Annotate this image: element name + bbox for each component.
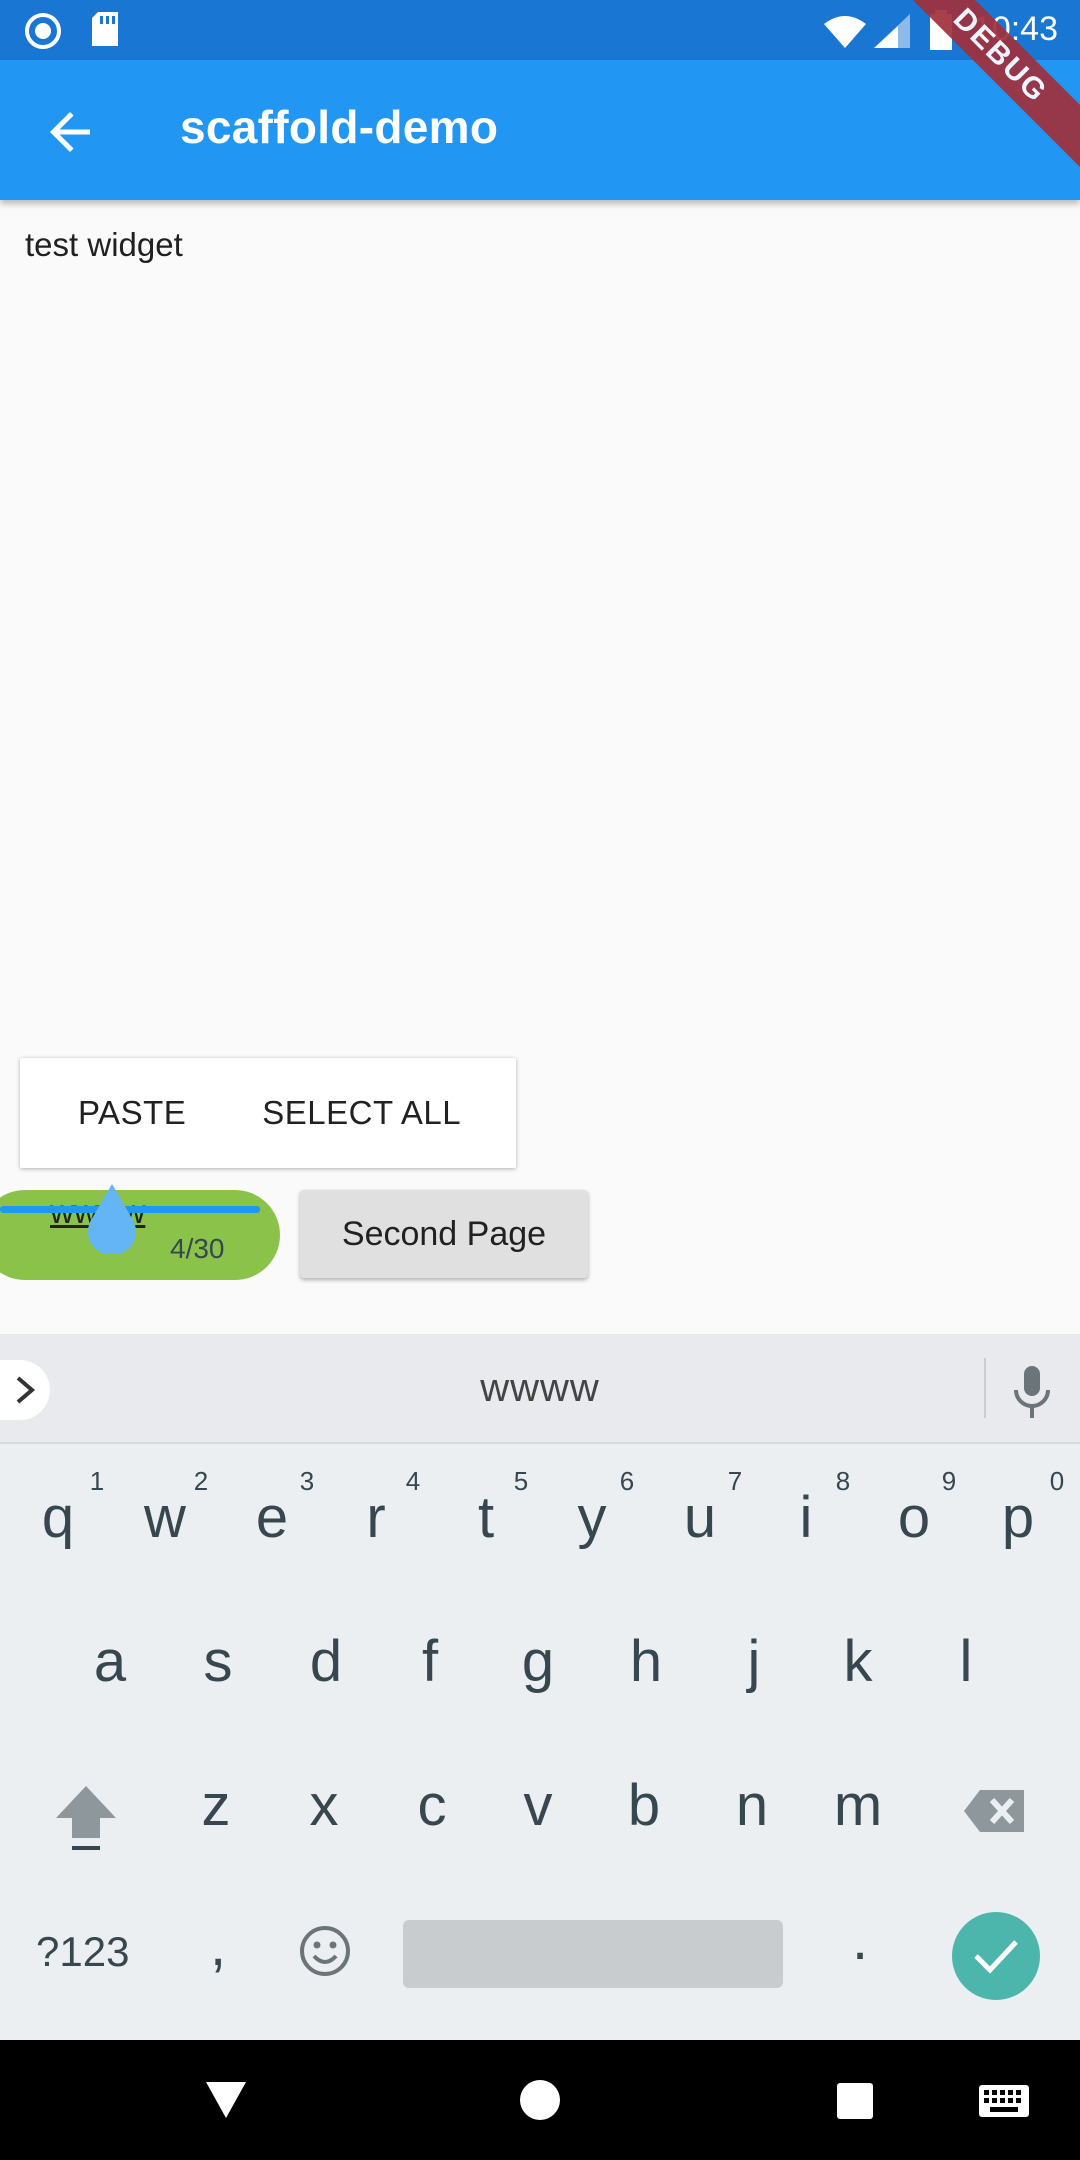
back-nav-icon[interactable] [204, 2080, 248, 2120]
key-m[interactable]: m [808, 1772, 908, 1839]
emoji-icon[interactable] [298, 1924, 352, 1978]
period-key[interactable]: . [810, 1906, 910, 1973]
key-hint-9: 9 [941, 1466, 957, 1496]
key-hint-8: 8 [835, 1466, 851, 1496]
key-d[interactable]: d [276, 1628, 376, 1695]
microphone-icon[interactable] [1010, 1364, 1054, 1420]
key-hint-2: 2 [193, 1466, 209, 1496]
select-all-menu-item[interactable]: SELECT ALL [224, 1094, 499, 1132]
key-c[interactable]: c [382, 1772, 482, 1839]
page-title: scaffold-demo [180, 101, 499, 153]
backspace-icon[interactable] [962, 1788, 1026, 1834]
record-icon [25, 13, 61, 49]
back-arrow-icon[interactable] [40, 102, 100, 162]
key-h[interactable]: h [596, 1628, 696, 1695]
key-hint-7: 7 [727, 1466, 743, 1496]
navigation-bar [0, 2040, 1080, 2160]
second-page-button[interactable]: Second Page [300, 1190, 588, 1278]
recents-nav-icon[interactable] [836, 2082, 874, 2120]
key-hint-3: 3 [299, 1466, 315, 1496]
character-counter: 4/30 [170, 1233, 225, 1264]
key-hint-1: 1 [89, 1466, 105, 1496]
key-hint-4: 4 [405, 1466, 421, 1496]
app-bar: scaffold-demo [0, 60, 1080, 200]
key-hint-0: 0 [1049, 1466, 1065, 1496]
text-selection-menu: PASTE SELECT ALL [20, 1058, 516, 1168]
test-widget-text: test widget [25, 226, 183, 263]
keyboard-switch-icon[interactable] [978, 2084, 1030, 2118]
key-f[interactable]: f [380, 1628, 480, 1695]
key-z[interactable]: z [166, 1772, 266, 1839]
key-j[interactable]: j [704, 1628, 804, 1695]
key-v[interactable]: v [488, 1772, 588, 1839]
shift-icon[interactable] [54, 1782, 118, 1854]
symbols-key[interactable]: ?123 [36, 1928, 129, 1976]
status-bar: 10:43 [0, 0, 1080, 60]
key-hint-6: 6 [619, 1466, 635, 1496]
key-hint-5: 5 [513, 1466, 529, 1496]
key-a[interactable]: a [60, 1628, 160, 1695]
key-k[interactable]: k [808, 1628, 908, 1695]
suggestion-divider [984, 1358, 986, 1418]
key-l[interactable]: l [916, 1628, 1016, 1695]
comma-key[interactable]: , [168, 1912, 268, 1979]
key-n[interactable]: n [702, 1772, 802, 1839]
check-icon [974, 1940, 1018, 1974]
done-button[interactable] [952, 1912, 1040, 2000]
signal-icon [874, 14, 910, 48]
suggestion-word[interactable]: wwww [0, 1366, 1080, 1411]
home-nav-icon[interactable] [518, 2078, 562, 2122]
paste-menu-item[interactable]: PASTE [20, 1094, 224, 1132]
key-x[interactable]: x [274, 1772, 374, 1839]
wifi-icon [824, 16, 866, 48]
key-b[interactable]: b [594, 1772, 694, 1839]
space-bar[interactable] [403, 1920, 783, 1988]
sd-card-icon [92, 12, 118, 46]
cursor-handle-icon[interactable] [84, 1184, 140, 1254]
key-s[interactable]: s [168, 1628, 268, 1695]
key-g[interactable]: g [488, 1628, 588, 1695]
